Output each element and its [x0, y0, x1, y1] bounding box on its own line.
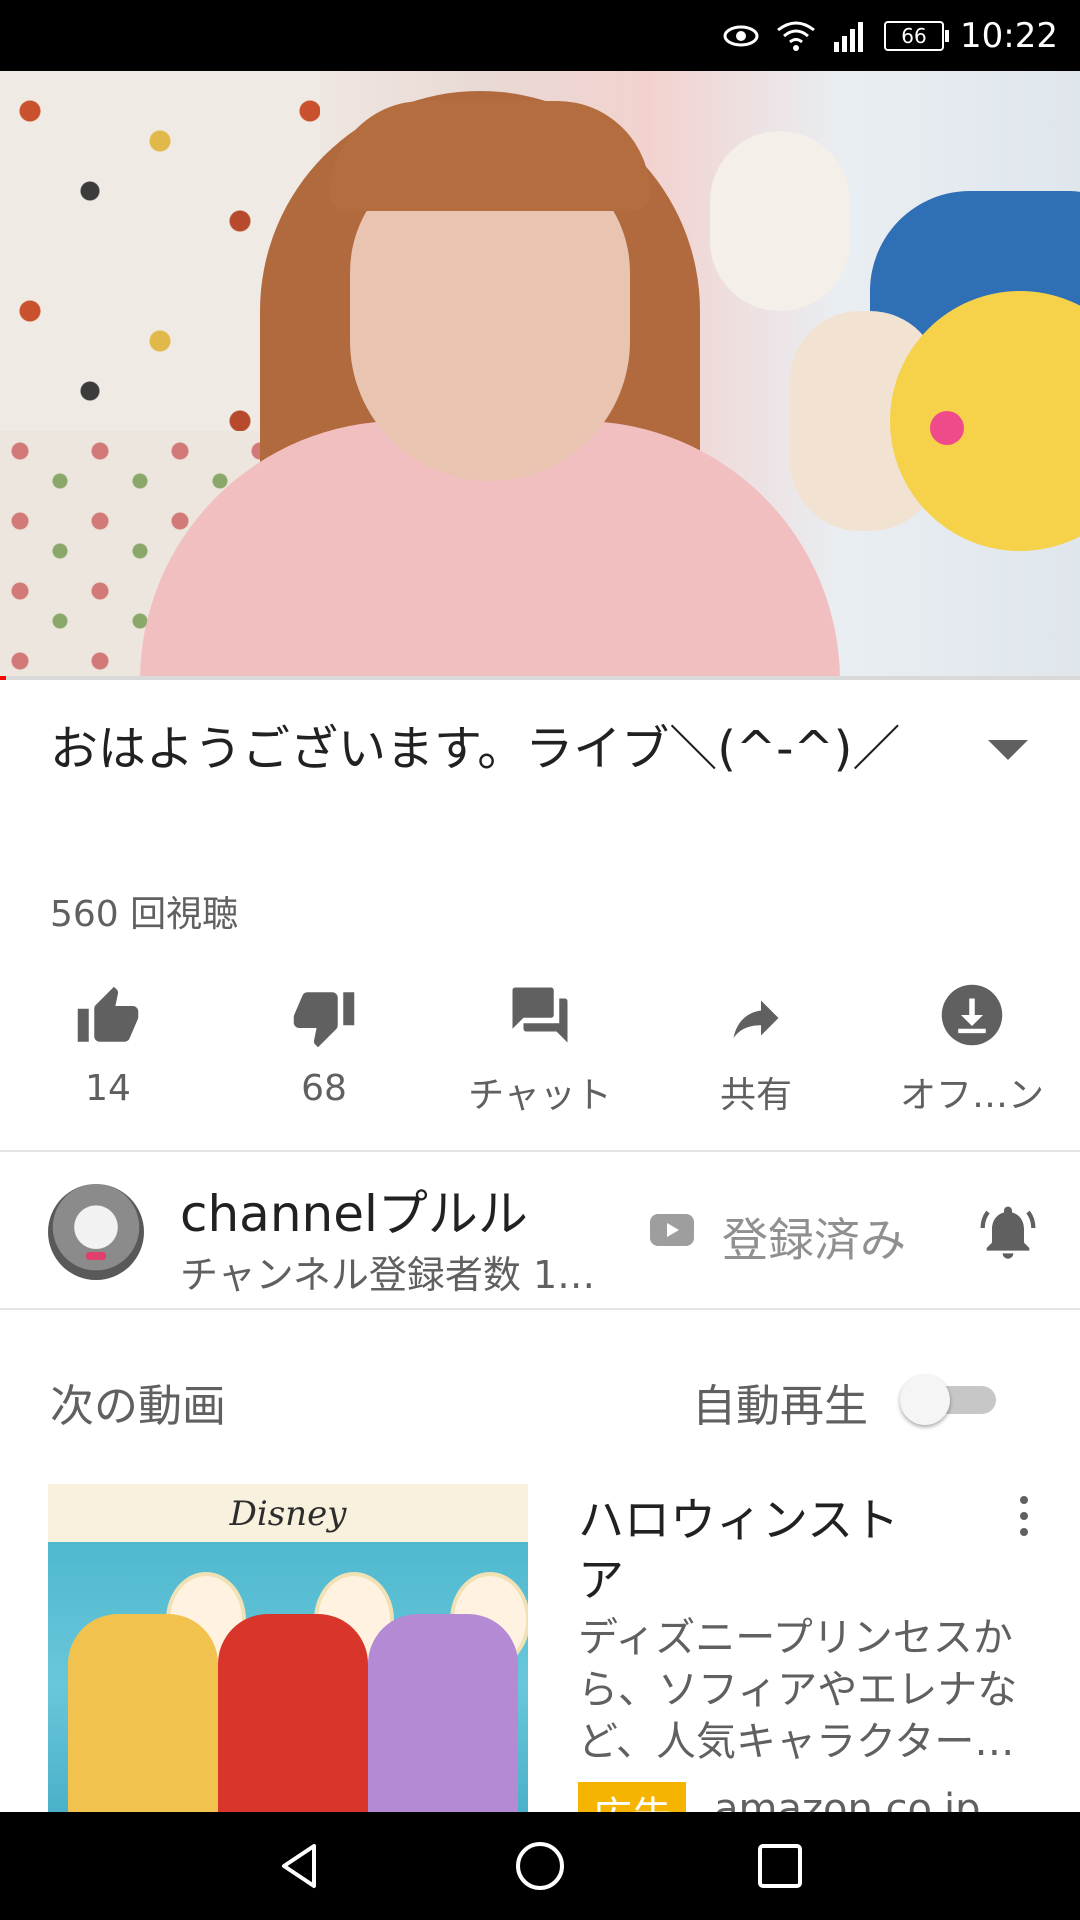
- channel-row[interactable]: channelプルル チャンネル登録者数 1… 登録済み: [0, 1152, 1080, 1308]
- channel-name[interactable]: channelプルル: [180, 1174, 528, 1246]
- share-icon: [733, 1000, 779, 1038]
- status-time: 10:22: [960, 16, 1058, 56]
- chat-label: チャット: [468, 1075, 612, 1116]
- thumbnail-dress: [68, 1614, 218, 1814]
- wifi-icon: [777, 21, 815, 51]
- divider: [0, 1308, 1080, 1310]
- video-title-row: おはようございます。ライブ＼(^-^)／: [50, 712, 980, 786]
- like-count: 14: [85, 1068, 131, 1109]
- dislike-count: 68: [301, 1068, 347, 1109]
- status-icons: 66 10:22: [722, 14, 1058, 58]
- share-label: 共有: [719, 1075, 792, 1116]
- up-next-heading: 次の動画: [50, 1381, 226, 1432]
- thumbnail-dress: [368, 1614, 518, 1814]
- battery-level: 66: [901, 24, 927, 48]
- thumbnail-dress: [218, 1614, 368, 1814]
- autoplay-toggle-knob: [900, 1375, 950, 1425]
- home-icon[interactable]: [514, 1840, 566, 1892]
- ad-title[interactable]: ハロウィンストア: [578, 1490, 938, 1610]
- channel-avatar[interactable]: [48, 1184, 144, 1280]
- video-progress-played: [0, 676, 7, 680]
- back-icon[interactable]: [274, 1840, 326, 1892]
- thumbs-down-icon: [293, 992, 355, 1048]
- recents-icon[interactable]: [754, 1840, 806, 1892]
- autoplay-label: 自動再生: [692, 1381, 868, 1432]
- chat-icon: [512, 987, 568, 1043]
- view-count: 560 回視聴: [50, 894, 239, 935]
- youtube-play-icon: [650, 1214, 694, 1246]
- autoplay-toggle[interactable]: [900, 1375, 996, 1425]
- expand-description-icon[interactable]: [988, 740, 1028, 760]
- like-button[interactable]: 14: [0, 968, 216, 1118]
- video-progress-bar[interactable]: [0, 676, 1080, 680]
- ad-thumbnail-brand: Disney: [229, 1494, 347, 1534]
- android-nav-bar: [0, 1812, 1080, 1920]
- share-button[interactable]: 共有: [648, 968, 864, 1118]
- offline-button[interactable]: オフ…ン: [864, 968, 1080, 1118]
- more-options-icon[interactable]: [1016, 1494, 1032, 1538]
- eye-icon: [723, 25, 759, 47]
- chat-button[interactable]: チャット: [432, 968, 648, 1118]
- action-bar: 14 68 チャット 共有 オフ…ン: [0, 968, 1080, 1118]
- video-title: おはようございます。ライブ＼(^-^)／: [50, 721, 901, 777]
- subscribed-button[interactable]: 登録済み: [722, 1204, 906, 1270]
- thumbs-up-icon: [77, 986, 139, 1042]
- offline-label: オフ…ン: [899, 1075, 1044, 1116]
- battery-icon: 66: [884, 21, 950, 51]
- channel-subscriber-count: チャンネル登録者数 1…: [180, 1253, 596, 1297]
- download-icon: [941, 984, 1003, 1046]
- video-player[interactable]: [0, 71, 1080, 679]
- ad-description: ディズニープリンセスから、ソフィアやエレナなど、人気キャラクター…: [578, 1615, 1018, 1765]
- notification-bell-icon[interactable]: [976, 1200, 1040, 1264]
- video-frame-person: [140, 91, 840, 679]
- dislike-button[interactable]: 68: [216, 968, 432, 1118]
- signal-icon: [834, 22, 864, 52]
- status-bar: 66 10:22: [0, 0, 1080, 71]
- ad-thumbnail[interactable]: Disney: [48, 1484, 528, 1814]
